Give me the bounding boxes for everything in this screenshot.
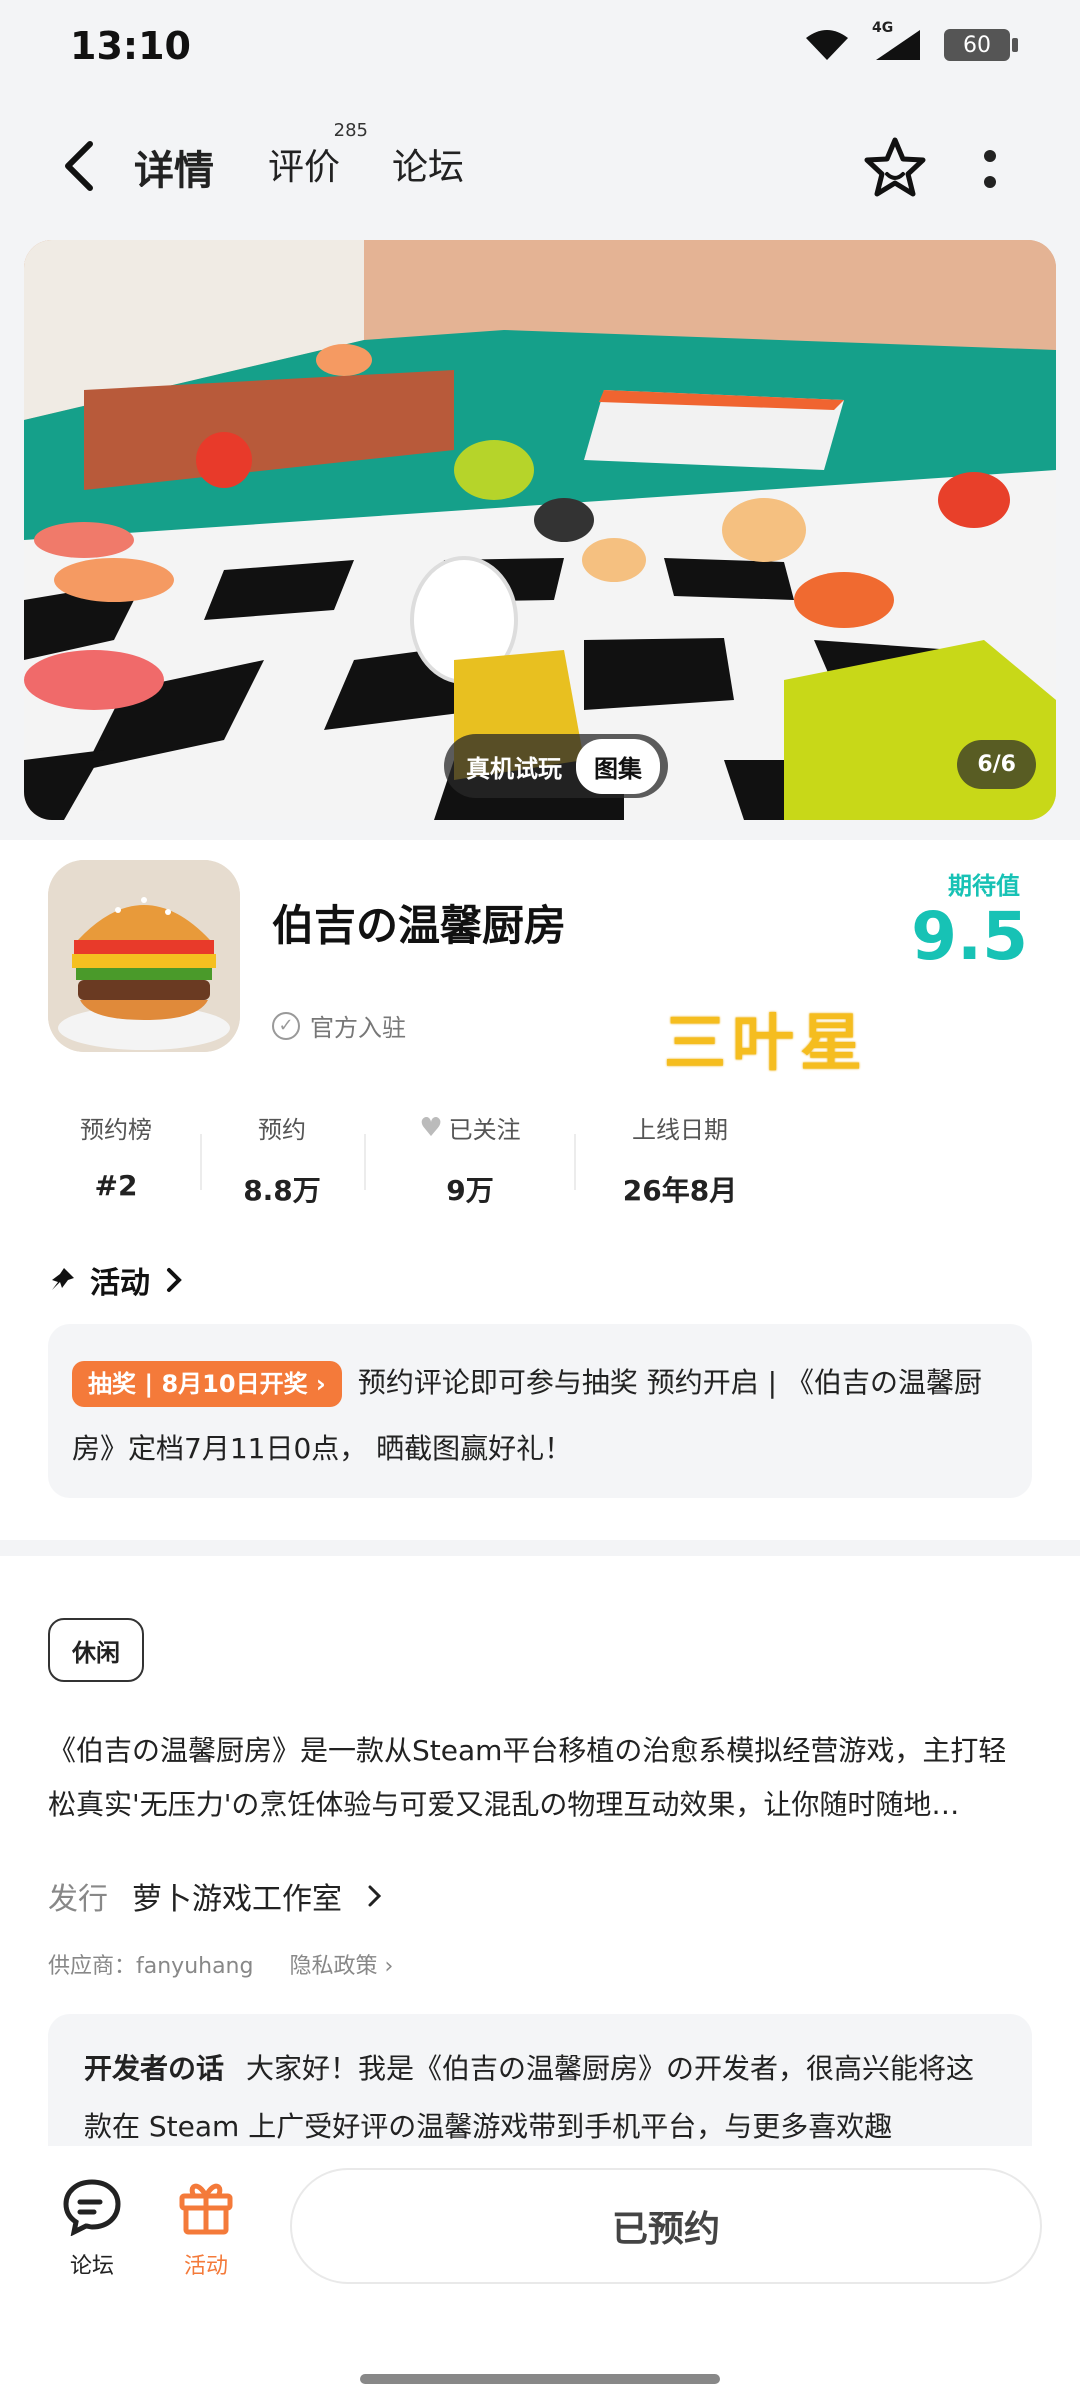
bottom-activity-button[interactable]: 活动 xyxy=(156,2176,256,2280)
stat-label: 上线日期 xyxy=(632,1116,728,1144)
tab-review-label: 评价 xyxy=(268,147,341,188)
game-description[interactable]: 《伯吉の温馨厨房》是一款从Steam平台移植の治愈系模拟经营游戏，主打轻松真实'… xyxy=(48,1724,1032,1832)
back-button[interactable] xyxy=(56,138,104,194)
stat-value: #2 xyxy=(94,1169,138,1202)
game-info-section: 伯吉の温馨厨房 ✓ 官方入驻 三叶星 期待值 9.5 预约榜 #2 预约 8.8… xyxy=(0,840,1080,1540)
activity-text-block: 抽奖 | 8月10日开奖 › 预约评论即可参与抽奖 预约开启 | 《伯吉の温馨厨房… xyxy=(72,1350,1008,1482)
supplier-text: 供应商：fanyuhang xyxy=(48,1954,254,1979)
expectation-score: 9.5 xyxy=(911,898,1028,975)
bottom-activity-label: 活动 xyxy=(183,2254,228,2279)
tab-detail[interactable]: 详情 xyxy=(132,138,220,198)
supplier-row: 供应商：fanyuhang 隐私政策 › xyxy=(48,1948,393,1980)
developer-note-label: 开发者の话 xyxy=(84,2052,225,2085)
back-arrow-icon xyxy=(65,141,93,191)
chevron-right-icon xyxy=(167,1268,182,1292)
stat-value: 8.8万 xyxy=(243,1174,321,1207)
status-bar: 13:10 4G 60 xyxy=(0,0,1080,100)
expectation-label: 期待值 xyxy=(948,872,1020,900)
tab-review[interactable]: 评价 285 xyxy=(268,120,368,190)
battery-icon: 60 xyxy=(944,29,1018,61)
cell-signal: 4G xyxy=(872,20,922,62)
more-options-button[interactable] xyxy=(980,150,1000,200)
gallery-tab[interactable]: 图集 xyxy=(576,738,660,794)
dot xyxy=(984,150,996,162)
top-nav: 详情 评价 285 论坛 xyxy=(0,110,1080,230)
bottom-forum-label: 论坛 xyxy=(69,2254,114,2279)
stat-follow[interactable]: ♥ 已关注 9万 xyxy=(400,1110,540,1209)
stat-label: ♥ 已关注 xyxy=(400,1110,540,1145)
publisher-row[interactable]: 发行 萝卜游戏工作室 xyxy=(48,1874,384,1918)
favorite-button[interactable] xyxy=(860,134,930,204)
chevron-right-icon xyxy=(368,1885,382,1907)
media-mode-switch: 真机试玩 图集 xyxy=(444,734,668,798)
app-screen: 13:10 4G 60 详情 评价 285 论坛 真机试玩 图集 6/6 伯吉の… xyxy=(0,0,1080,2408)
battery-level: 60 xyxy=(963,32,991,58)
signal-icon xyxy=(876,30,920,60)
heart-icon: ♥ xyxy=(419,1112,443,1143)
status-time: 13:10 xyxy=(70,24,191,68)
activity-card[interactable]: 抽奖 | 8月10日开奖 › 预约评论即可参与抽奖 预约开启 | 《伯吉の温馨厨房… xyxy=(48,1324,1032,1498)
watermark-text: 三叶星 xyxy=(664,1006,869,1079)
stat-rank[interactable]: 预约榜 #2 xyxy=(56,1110,176,1202)
tab-detail-label: 详情 xyxy=(134,148,214,194)
follow-label: 已关注 xyxy=(448,1116,521,1144)
stat-label: 预约榜 xyxy=(80,1116,152,1144)
stat-value: 26年8月 xyxy=(622,1174,738,1207)
bottom-action-bar: 论坛 活动 已预约 xyxy=(0,2146,1080,2408)
activity-header[interactable]: 活动 xyxy=(48,1258,184,1302)
stats-row: 预约榜 #2 预约 8.8万 ♥ 已关注 9万 上线日期 26年8月 xyxy=(0,1110,1080,1220)
activity-title: 活动 xyxy=(90,1266,150,1301)
tab-forum-label: 论坛 xyxy=(392,147,465,188)
wifi-icon xyxy=(806,30,848,60)
trial-play-tab[interactable]: 真机试玩 xyxy=(466,749,562,784)
chat-bubble-icon xyxy=(63,2179,121,2237)
hero-screenshot[interactable]: 真机试玩 图集 6/6 xyxy=(24,240,1056,820)
burger-icon xyxy=(48,860,240,1052)
game-app-icon xyxy=(48,860,240,1052)
dot xyxy=(984,176,996,188)
lottery-badge-label: 抽奖 | 8月10日开奖 xyxy=(88,1370,308,1398)
media-counter: 6/6 xyxy=(957,740,1036,789)
official-badge: ✓ 官方入驻 xyxy=(272,1008,406,1043)
divider xyxy=(200,1134,202,1190)
description-section: 休闲 《伯吉の温馨厨房》是一款从Steam平台移植の治愈系模拟经营游戏，主打轻松… xyxy=(0,1556,1080,2214)
divider xyxy=(364,1134,366,1190)
gift-icon xyxy=(179,2183,233,2235)
genre-tag[interactable]: 休闲 xyxy=(48,1618,144,1682)
game-scene-illustration xyxy=(24,240,1056,820)
home-indicator[interactable] xyxy=(360,2374,720,2384)
privacy-label: 隐私政策 xyxy=(289,1954,378,1979)
reserved-button[interactable]: 已预约 xyxy=(290,2168,1042,2284)
publisher-name: 萝卜游戏工作室 xyxy=(132,1882,342,1917)
check-circle-icon: ✓ xyxy=(272,1011,300,1040)
star-face-icon xyxy=(864,137,926,197)
official-label: 官方入驻 xyxy=(310,1014,406,1042)
stat-reservations: 预约 8.8万 xyxy=(222,1110,342,1209)
pin-icon xyxy=(52,1268,74,1290)
lottery-badge: 抽奖 | 8月10日开奖 › xyxy=(72,1361,342,1407)
game-title: 伯吉の温馨厨房 xyxy=(272,901,567,950)
divider xyxy=(574,1134,576,1190)
status-icons: 4G 60 xyxy=(804,20,1018,62)
publisher-label: 发行 xyxy=(48,1882,108,1917)
tab-forum[interactable]: 论坛 xyxy=(392,138,464,190)
stat-label: 预约 xyxy=(258,1116,306,1144)
stat-release-date: 上线日期 26年8月 xyxy=(610,1110,750,1209)
bottom-forum-button[interactable]: 论坛 xyxy=(42,2176,142,2280)
review-count: 285 xyxy=(333,120,369,141)
developer-note: 开发者の话 大家好！我是《伯吉の温馨厨房》の开发者，很高兴能将这款在 Steam … xyxy=(84,2040,996,2156)
stat-value: 9万 xyxy=(446,1174,494,1207)
privacy-policy-link[interactable]: 隐私政策 › xyxy=(289,1948,393,1980)
